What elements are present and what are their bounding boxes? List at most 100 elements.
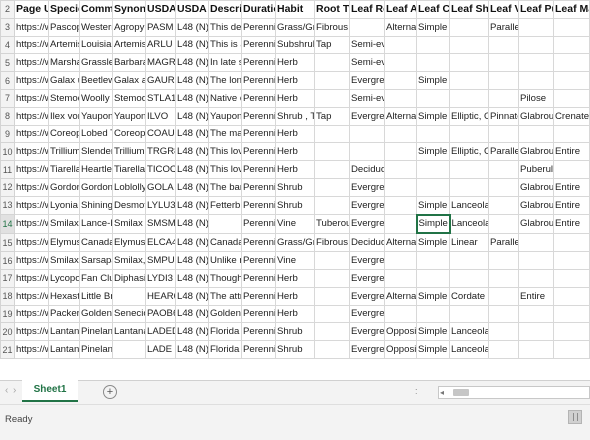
table-cell[interactable]: Stemodia xyxy=(112,88,146,108)
table-cell[interactable] xyxy=(449,71,489,90)
table-cell[interactable]: Simple xyxy=(416,195,450,216)
table-cell[interactable] xyxy=(112,340,146,359)
table-cell[interactable]: Lantana d xyxy=(48,322,80,342)
table-cell[interactable]: Entire xyxy=(518,286,554,306)
table-cell[interactable]: Lanceolate , Oval xyxy=(449,340,489,359)
table-cell[interactable]: Lobed Tick xyxy=(79,124,113,144)
table-cell[interactable] xyxy=(384,88,417,108)
table-cell[interactable]: Simple xyxy=(416,71,450,90)
table-cell[interactable] xyxy=(518,268,554,288)
table-cell[interactable]: This lovel xyxy=(208,160,242,179)
table-cell[interactable] xyxy=(314,286,350,306)
row-header[interactable]: 20 xyxy=(0,322,15,342)
table-cell[interactable]: Lyonia luc xyxy=(48,195,80,216)
table-cell[interactable]: Simple xyxy=(416,232,450,253)
table-cell[interactable]: COAU xyxy=(145,124,176,144)
table-cell[interactable]: The long t xyxy=(208,71,242,90)
table-cell[interactable]: Perennial xyxy=(241,71,276,90)
table-cell[interactable]: Elymus br xyxy=(112,232,146,253)
table-cell[interactable] xyxy=(449,177,489,197)
table-cell[interactable]: https://w xyxy=(14,160,49,179)
table-cell[interactable]: https://w xyxy=(14,124,49,144)
table-cell[interactable]: L48 (N) xyxy=(175,106,209,126)
table-cell[interactable]: Gordonia xyxy=(48,177,80,197)
table-cell[interactable]: Perennial xyxy=(241,304,276,324)
table-cell[interactable]: Evergreen xyxy=(349,251,385,270)
table-cell[interactable] xyxy=(553,160,590,179)
table-cell[interactable]: Deciduous xyxy=(349,232,385,253)
table-cell[interactable]: Perennial xyxy=(241,268,276,288)
table-cell[interactable] xyxy=(449,88,489,108)
table-cell[interactable] xyxy=(518,71,554,90)
table-cell[interactable]: Perennial xyxy=(241,286,276,306)
row-header[interactable]: 8 xyxy=(0,106,15,126)
table-cell[interactable]: Lanceolate xyxy=(449,214,489,234)
table-cell[interactable] xyxy=(553,53,590,73)
table-cell[interactable] xyxy=(416,160,450,179)
table-cell[interactable]: Canada W xyxy=(79,232,113,253)
table-cell[interactable]: HEAR6 xyxy=(145,286,176,306)
table-cell[interactable] xyxy=(553,35,590,55)
table-cell[interactable]: https://w xyxy=(14,251,49,270)
table-cell[interactable]: Evergreen xyxy=(349,106,385,126)
table-cell[interactable] xyxy=(449,124,489,144)
table-cell[interactable] xyxy=(553,71,590,90)
table-cell[interactable] xyxy=(553,17,590,37)
table-cell[interactable]: Evergreen xyxy=(349,286,385,306)
table-cell[interactable]: This is a cl xyxy=(208,35,242,55)
table-cell[interactable]: Lanceolate xyxy=(449,195,489,216)
table-cell[interactable] xyxy=(314,124,350,144)
row-header[interactable]: 18 xyxy=(0,286,15,306)
table-cell[interactable] xyxy=(553,232,590,253)
table-cell[interactable]: Simple xyxy=(416,322,450,342)
table-cell[interactable]: Tuberous xyxy=(314,214,350,234)
table-cell[interactable]: Woolly St xyxy=(79,88,113,108)
table-cell[interactable]: Lance-lea xyxy=(79,214,113,234)
table-cell[interactable]: GOLA xyxy=(145,177,176,197)
table-cell[interactable]: Evergreen xyxy=(349,195,385,216)
table-cell[interactable]: Canada w xyxy=(208,232,242,253)
table-cell[interactable]: Ilex vomit xyxy=(48,106,80,126)
table-cell[interactable] xyxy=(449,304,489,324)
table-cell[interactable]: Yaupon Ho xyxy=(112,106,146,126)
table-cell[interactable]: L48 (N) xyxy=(175,124,209,144)
table-cell[interactable]: L48 (N) xyxy=(175,71,209,90)
table-cell[interactable]: Galax aph xyxy=(112,71,146,90)
table-cell[interactable]: Evergreen xyxy=(349,340,385,359)
table-cell[interactable] xyxy=(518,53,554,73)
table-cell[interactable]: Alternate xyxy=(384,17,417,37)
table-cell[interactable] xyxy=(112,286,146,306)
table-cell[interactable]: https://w xyxy=(14,88,49,108)
table-cell[interactable]: Pilose xyxy=(518,88,554,108)
table-cell[interactable] xyxy=(384,214,417,234)
table-cell[interactable]: TICOC xyxy=(145,160,176,179)
row-header[interactable]: 9 xyxy=(0,124,15,144)
table-cell[interactable]: https://w xyxy=(14,232,49,253)
table-cell[interactable] xyxy=(314,195,350,216)
table-cell[interactable] xyxy=(449,35,489,55)
column-header-cell[interactable]: USDA N xyxy=(175,0,209,19)
table-cell[interactable]: Alternate xyxy=(384,106,417,126)
table-cell[interactable]: STLA17 xyxy=(145,88,176,108)
table-cell[interactable]: Glabrous xyxy=(518,142,554,162)
table-cell[interactable]: Trillium, Sl xyxy=(112,142,146,162)
table-cell[interactable] xyxy=(416,124,450,144)
table-cell[interactable] xyxy=(349,124,385,144)
table-cell[interactable] xyxy=(488,88,519,108)
table-cell[interactable]: Hexastylis xyxy=(48,286,80,306)
table-cell[interactable]: Herb xyxy=(275,304,315,324)
table-cell[interactable]: Slender Tr xyxy=(79,142,113,162)
table-cell[interactable]: Semi-evergreen xyxy=(349,88,385,108)
table-cell[interactable]: Perennial xyxy=(241,177,276,197)
prev-sheet-arrow-icon[interactable]: ‹ xyxy=(5,385,8,396)
table-cell[interactable]: Fibrous xyxy=(314,17,350,37)
column-header-cell[interactable]: Duratio xyxy=(241,0,276,19)
table-cell[interactable]: Cordate xyxy=(449,286,489,306)
table-cell[interactable]: Grass/Gra xyxy=(275,17,315,37)
table-cell[interactable]: Perennial xyxy=(241,251,276,270)
table-cell[interactable] xyxy=(416,53,450,73)
table-cell[interactable]: Senecio o xyxy=(112,304,146,324)
column-header-cell[interactable]: Page Ur xyxy=(14,0,49,19)
table-cell[interactable] xyxy=(384,35,417,55)
table-cell[interactable] xyxy=(449,251,489,270)
